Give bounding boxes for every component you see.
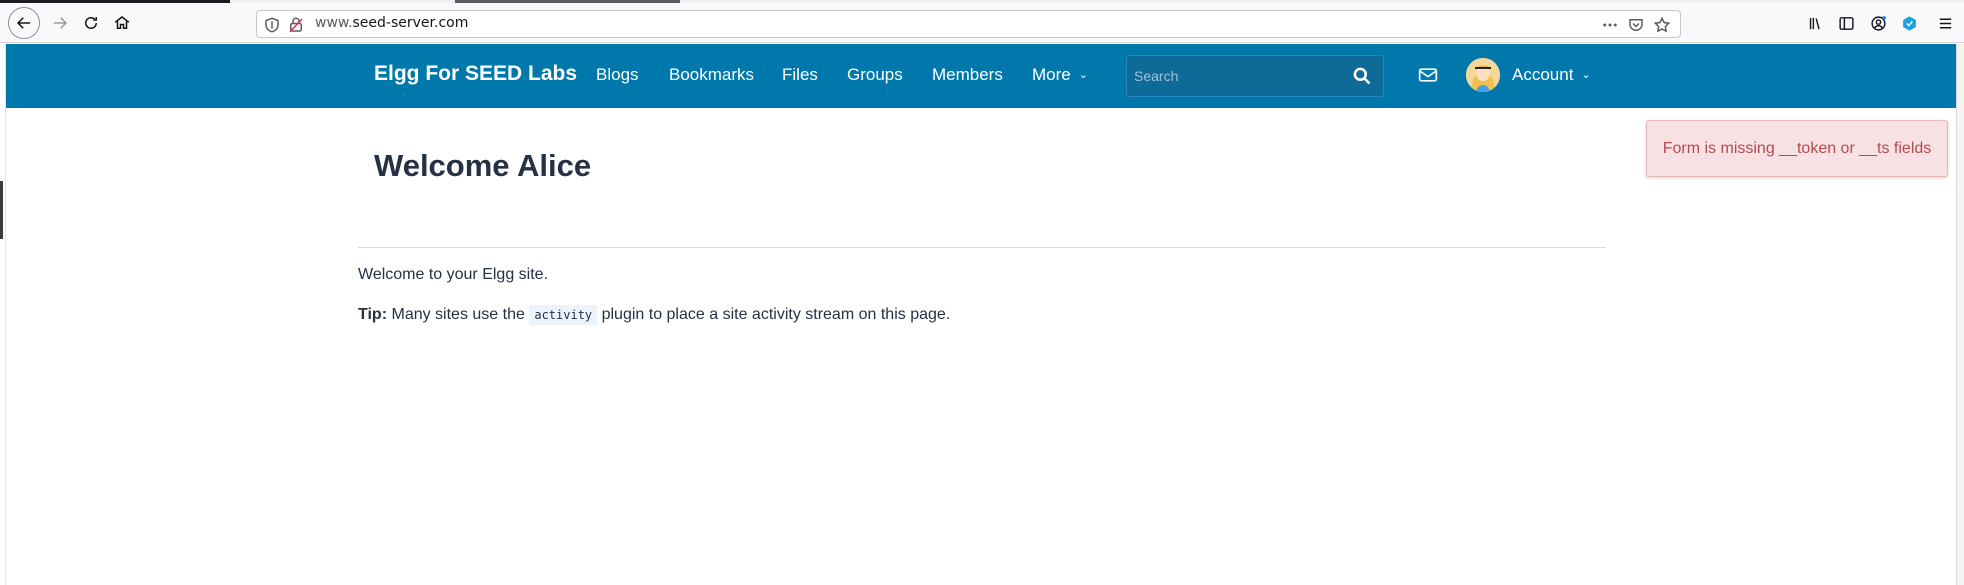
library-button[interactable] (1800, 8, 1830, 38)
nav-files[interactable]: Files (782, 65, 818, 85)
chevron-down-icon: ⌄ (1581, 69, 1591, 81)
back-button[interactable] (8, 7, 40, 39)
nav-members[interactable]: Members (932, 65, 1003, 85)
forward-arrow-icon (54, 17, 68, 29)
nav-groups[interactable]: Groups (847, 65, 903, 85)
account-menu[interactable]: Account ⌄ (1512, 65, 1591, 85)
sidebar-button[interactable] (1831, 8, 1861, 38)
tip-label: Tip: (358, 306, 388, 323)
sidebar-icon (1838, 16, 1854, 30)
nav-bookmarks[interactable]: Bookmarks (669, 65, 754, 85)
title-divider (358, 247, 1606, 248)
tip-text-before: Many sites use the (391, 306, 525, 323)
nav-more[interactable]: More ⌄ (1032, 65, 1088, 85)
search-input[interactable] (1128, 57, 1328, 95)
web-page: Elgg For SEED Labs Blogs Bookmarks Files… (6, 44, 1956, 585)
nav-more-label: More (1032, 65, 1071, 84)
page-actions-icon[interactable] (1601, 16, 1619, 34)
bookmark-star-icon[interactable] (1653, 16, 1671, 34)
reload-button[interactable] (75, 7, 107, 39)
search-box (1126, 55, 1384, 97)
hamburger-menu-icon (1939, 18, 1951, 28)
firefox-account-icon (1870, 15, 1886, 31)
activity-plugin-code: activity (529, 305, 598, 325)
messages-envelope-icon[interactable] (1418, 66, 1438, 84)
home-button[interactable] (106, 7, 138, 39)
back-arrow-icon (16, 17, 30, 29)
nav-blogs[interactable]: Blogs (596, 65, 639, 85)
tip-text-after: plugin to place a site activity stream o… (601, 306, 951, 323)
intro-text: Welcome to your Elgg site. (358, 266, 549, 283)
insecure-lock-icon[interactable] (287, 16, 305, 34)
tracking-protection-shield-icon[interactable] (263, 16, 281, 34)
library-icon (1809, 17, 1820, 29)
avatar[interactable] (1466, 58, 1500, 92)
reload-icon (85, 17, 97, 29)
search-icon[interactable] (1352, 66, 1372, 86)
chevron-down-icon: ⌄ (1078, 69, 1088, 81)
site-brand-link[interactable]: Elgg For SEED Labs (374, 62, 577, 86)
url-text: www.seed-server.com (315, 15, 469, 31)
gutter-marker (0, 181, 3, 239)
account-button[interactable] (1863, 8, 1893, 38)
address-bar[interactable]: www.seed-server.com (256, 10, 1681, 38)
browser-toolbar: www.seed-server.com (0, 3, 1964, 43)
extension-icon (1902, 15, 1916, 31)
alice-avatar-image (1466, 58, 1500, 92)
account-label: Account (1512, 65, 1574, 84)
page-title: Welcome Alice (374, 148, 592, 183)
pocket-icon[interactable] (1627, 16, 1645, 34)
site-topbar: Elgg For SEED Labs Blogs Bookmarks Files… (6, 44, 1956, 108)
error-message-toast[interactable]: Form is missing __token or __ts fields (1646, 120, 1948, 177)
home-icon (114, 16, 130, 29)
forward-button[interactable] (44, 7, 76, 39)
extension-button[interactable] (1894, 8, 1924, 38)
menu-button[interactable] (1930, 8, 1960, 38)
tip-paragraph: Tip: Many sites use the activity plugin … (358, 305, 951, 325)
vertical-scrollbar[interactable] (1956, 44, 1964, 585)
